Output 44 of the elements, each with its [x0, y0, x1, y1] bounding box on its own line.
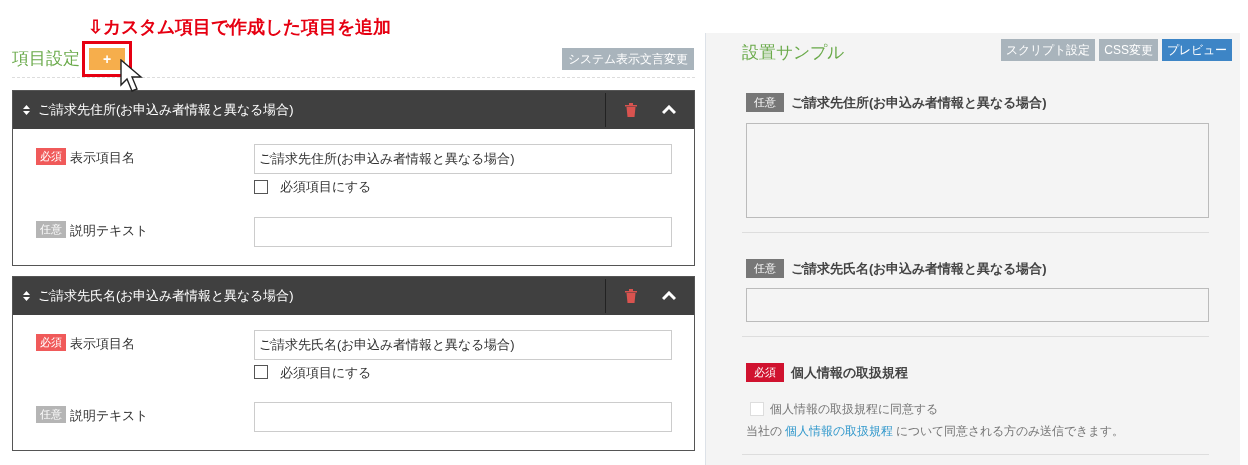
text-field[interactable]: ご請求先氏名(お申込み者情報と異なる場合): [254, 329, 672, 360]
sample-title: ご請求先氏名(お申込み者情報と異なる場合): [791, 259, 1047, 278]
badge-label: 必須: [36, 333, 66, 351]
system-text-button[interactable]: システム表示文言変更: [562, 47, 694, 70]
badge-label: 任意: [746, 93, 784, 113]
annotation-text: ⇩カスタム項目で作成した項目を追加: [88, 18, 391, 36]
toolbar-button[interactable]: スクリプト設定: [1001, 39, 1096, 61]
chevron-up-icon[interactable]: [662, 105, 676, 115]
text-field[interactable]: [254, 402, 672, 432]
checkbox[interactable]: [254, 365, 268, 380]
chevron-up-icon[interactable]: [662, 290, 676, 301]
toolbar-button[interactable]: CSS変更: [1099, 39, 1158, 61]
text-field[interactable]: ご請求先住所(お申込み者情報と異なる場合): [254, 144, 672, 174]
toolbar-button[interactable]: プレビュー: [1162, 39, 1232, 61]
field-label: 表示項目名: [70, 149, 135, 167]
policy-link[interactable]: 個人情報の取扱規程: [785, 423, 893, 438]
checkbox-label: 必須項目にする: [280, 178, 371, 196]
badge-label: 任意: [36, 406, 66, 423]
trash-icon[interactable]: [625, 288, 637, 303]
badge-label: 必須: [36, 148, 66, 165]
badge-label: 任意: [746, 258, 784, 278]
item-title: ご請求先住所(お申込み者情報と異なる場合): [38, 101, 295, 120]
sample-title: 個人情報の取扱規程: [791, 364, 908, 382]
checkbox-label: 個人情報の取扱規程に同意する: [770, 400, 938, 418]
trash-icon[interactable]: [625, 103, 637, 117]
section-title: 項目設定: [12, 47, 80, 70]
field-label: 表示項目名: [70, 334, 135, 353]
item-title: ご請求先氏名(お申込み者情報と異なる場合): [38, 286, 295, 305]
add-button[interactable]: +: [89, 47, 125, 70]
cursor-icon: [120, 58, 144, 93]
text-field[interactable]: [746, 288, 1209, 322]
consent-note: 当社の 個人情報の取扱規程 について同意される方のみ送信できます。: [746, 422, 1125, 440]
sample-title: ご請求先住所(お申込み者情報と異なる場合): [791, 94, 1047, 112]
section-title: 設置サンプル: [742, 42, 844, 65]
field-label: 説明テキスト: [70, 221, 148, 240]
text-field[interactable]: [254, 216, 672, 247]
badge-label: 必須: [746, 363, 784, 383]
textarea-field[interactable]: [746, 122, 1209, 218]
sort-icon[interactable]: [23, 105, 30, 115]
sort-icon[interactable]: [23, 290, 30, 301]
badge-label: 任意: [36, 220, 66, 238]
checkbox[interactable]: [254, 179, 268, 194]
field-label: 説明テキスト: [70, 407, 148, 425]
checkbox-label: 必須項目にする: [280, 363, 371, 382]
